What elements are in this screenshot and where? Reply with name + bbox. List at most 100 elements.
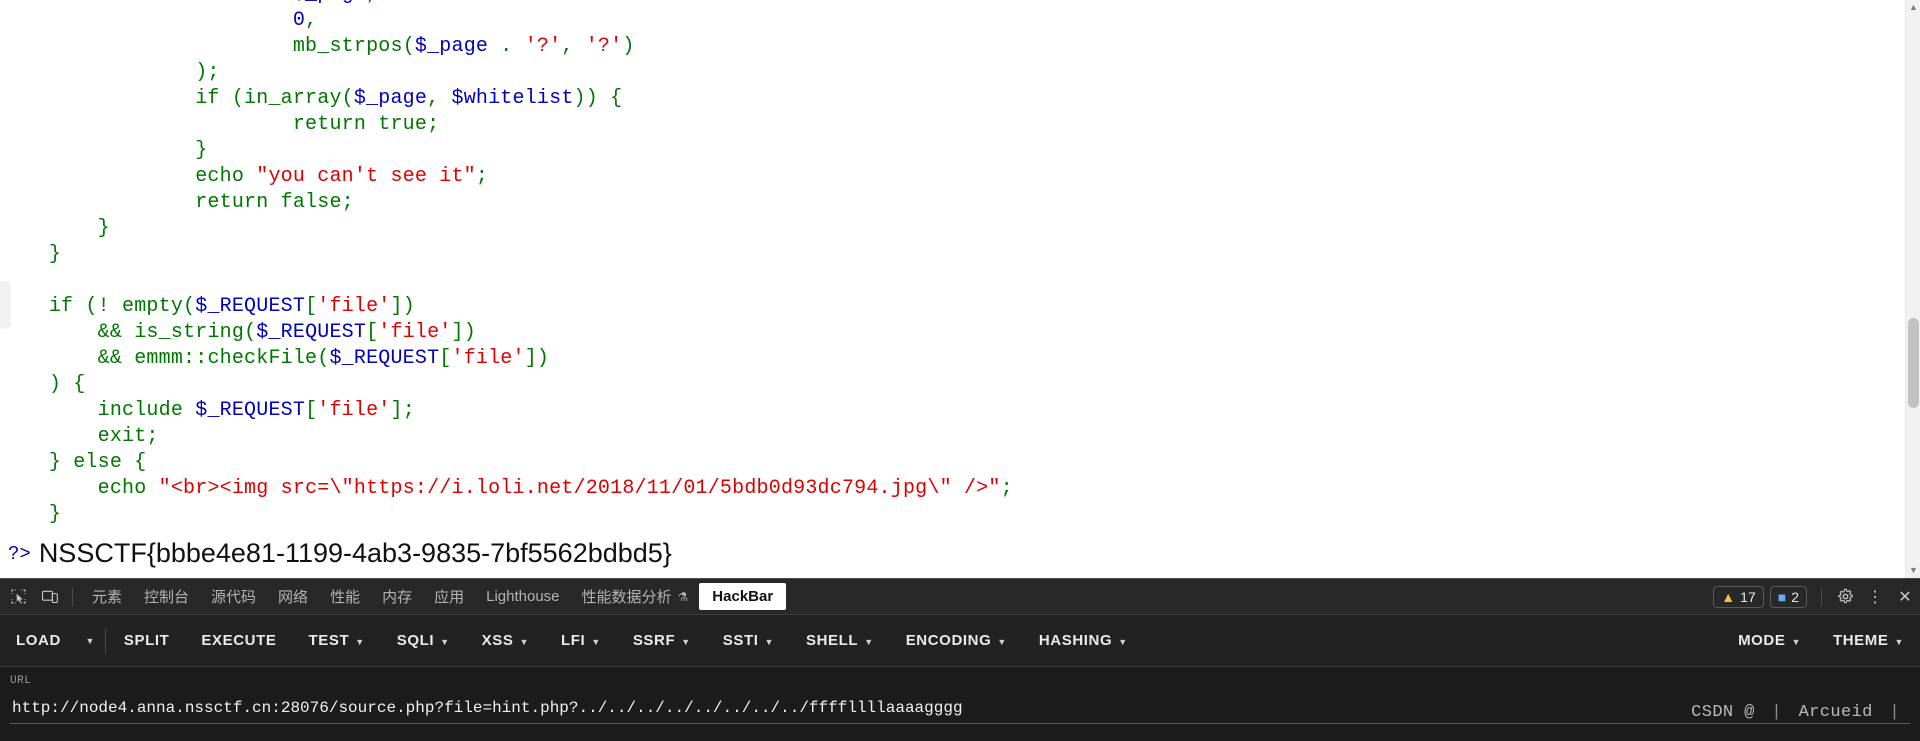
chevron-down-icon: ▼	[864, 636, 874, 647]
code-token: "<br><img src=\"https://i.loli.net/2018/…	[158, 477, 1001, 500]
code-token: $_page	[414, 35, 489, 58]
chevron-down-icon: ▼	[519, 636, 530, 647]
hackbar-execute-button[interactable]: EXECUTE	[185, 615, 292, 667]
code-line: echo "you can't see it";	[0, 164, 1900, 190]
code-token: $_page	[353, 87, 428, 110]
devtools-tab-元素[interactable]: 元素	[81, 579, 133, 615]
code-token: } else {	[48, 451, 147, 474]
code-token: mb_strpos	[292, 35, 403, 58]
code-line: exit;	[0, 424, 1900, 450]
code-line: }	[0, 138, 1900, 164]
hackbar-load-button[interactable]: LOAD	[0, 615, 77, 667]
chevron-down-icon: ▼	[591, 636, 601, 647]
code-token: ])	[451, 321, 476, 344]
hackbar-shell-button[interactable]: SHELL ▼	[790, 615, 890, 667]
hackbar-sqli-button[interactable]: SQLI ▼	[381, 615, 466, 667]
code-line: $_page,	[0, 0, 1900, 8]
hackbar-ssrf-button[interactable]: SSRF ▼	[617, 615, 707, 667]
hackbar-lfi-button[interactable]: LFI ▼	[545, 615, 617, 667]
hackbar-url-area: URL CSDN @ | Arcueid |	[0, 667, 1920, 741]
devtools-tab-网络[interactable]: 网络	[267, 579, 319, 615]
devtools-tab-性能数据分析[interactable]: 性能数据分析 ⚗	[571, 579, 700, 615]
code-token: is_string	[134, 321, 245, 344]
code-token: if (!	[48, 295, 123, 318]
code-token: );	[195, 61, 220, 84]
hackbar-toolbar: LOAD ▼ SPLIT EXECUTE TEST ▼ SQLI ▼ XSS ▼ LFI ▼ SSRF ▼…	[0, 615, 1920, 667]
code-token: $_page	[293, 0, 366, 6]
hackbar-mode-button[interactable]: MODE ▼	[1722, 615, 1817, 667]
chevron-down-icon: ▼	[997, 636, 1007, 647]
code-token: $_REQUEST	[256, 321, 367, 344]
warning-triangle-icon: ▲	[1721, 588, 1736, 605]
code-line: echo "<br><img src=\"https://i.loli.net/…	[0, 476, 1900, 502]
close-icon[interactable]: ✕	[1890, 579, 1920, 615]
code-token: $whitelist	[451, 87, 574, 110]
hackbar-split-button[interactable]: SPLIT	[108, 615, 186, 667]
hackbar-test-button[interactable]: TEST ▼	[292, 615, 380, 667]
kebab-menu-icon[interactable]: ⋮	[1860, 579, 1890, 615]
csdn-watermark: CSDN @ | Arcueid |	[1691, 703, 1906, 722]
devtools-tab-源代码[interactable]: 源代码	[200, 579, 267, 615]
hackbar-hashing-button[interactable]: HASHING ▼	[1023, 615, 1144, 667]
code-token: 'file'	[378, 321, 452, 344]
inspect-element-icon[interactable]	[4, 583, 32, 611]
code-token: ])	[524, 347, 550, 370]
code-token: }	[48, 243, 62, 266]
warning-count-badge[interactable]: ▲ 17	[1713, 585, 1764, 608]
hackbar-item-label: SSTI	[722, 632, 759, 649]
hackbar-ssti-button[interactable]: SSTI ▼	[707, 615, 790, 667]
hackbar-theme-button[interactable]: THEME ▼	[1817, 615, 1920, 667]
watermark-label: CSDN @	[1691, 703, 1755, 722]
hackbar-item-label: LFI	[561, 632, 586, 649]
code-token: ];	[390, 399, 415, 422]
devtools-tab-bar: 元素 控制台 源代码 网络 性能 内存 应用 Lighthouse 性能数据分析 ⚗ HackBar…	[0, 579, 1920, 615]
hackbar-encoding-button[interactable]: ENCODING ▼	[890, 615, 1023, 667]
hackbar-xss-button[interactable]: XSS ▼	[466, 615, 545, 667]
watermark-user: Arcueid	[1798, 703, 1873, 722]
code-line: }	[0, 502, 1900, 528]
code-token: ;	[1000, 477, 1013, 500]
chevron-down-icon: ▼	[440, 636, 450, 647]
devtools-tab-应用[interactable]: 应用	[423, 579, 475, 615]
message-count-badge[interactable]: ■ 2	[1769, 585, 1807, 608]
devtools-tab-控制台[interactable]: 控制台	[133, 579, 200, 615]
devtools-tab-Lighthouse[interactable]: Lighthouse	[475, 579, 570, 615]
code-token: "you can't see it"	[256, 165, 476, 188]
hackbar-load-dropdown-icon[interactable]: ▼	[77, 615, 103, 667]
devtools-tab-内存[interactable]: 内存	[371, 579, 423, 615]
url-input[interactable]	[10, 696, 1910, 724]
scroll-down-arrow-icon[interactable]: ▼	[1906, 563, 1920, 578]
watermark-divider: |	[1771, 703, 1782, 722]
code-token: return false;	[195, 191, 354, 214]
scrollbar-thumb[interactable]	[1908, 318, 1919, 408]
devtools-tab-性能[interactable]: 性能	[319, 579, 371, 615]
gear-icon[interactable]	[1830, 579, 1860, 615]
code-token: '?'	[524, 35, 562, 58]
scroll-up-arrow-icon[interactable]: ▲	[1906, 0, 1920, 15]
code-token: return true;	[292, 113, 440, 136]
code-token: [	[439, 347, 452, 370]
code-token: &&	[97, 321, 135, 344]
devtools-panel: 元素 控制台 源代码 网络 性能 内存 应用 Lighthouse 性能数据分析 ⚗ HackBar…	[0, 578, 1920, 741]
code-token: (	[183, 295, 196, 318]
devtools-tab-HackBar[interactable]: HackBar	[699, 583, 787, 610]
page-left-resizer-nub[interactable]	[0, 282, 10, 328]
code-token: ,	[561, 35, 586, 58]
code-token: ,	[366, 0, 378, 6]
toolbar-divider	[72, 587, 73, 606]
page-vertical-scrollbar[interactable]: ▲ ▼	[1905, 0, 1920, 578]
chevron-down-icon: ▼	[1791, 636, 1801, 647]
device-toolbar-icon[interactable]	[36, 583, 64, 611]
